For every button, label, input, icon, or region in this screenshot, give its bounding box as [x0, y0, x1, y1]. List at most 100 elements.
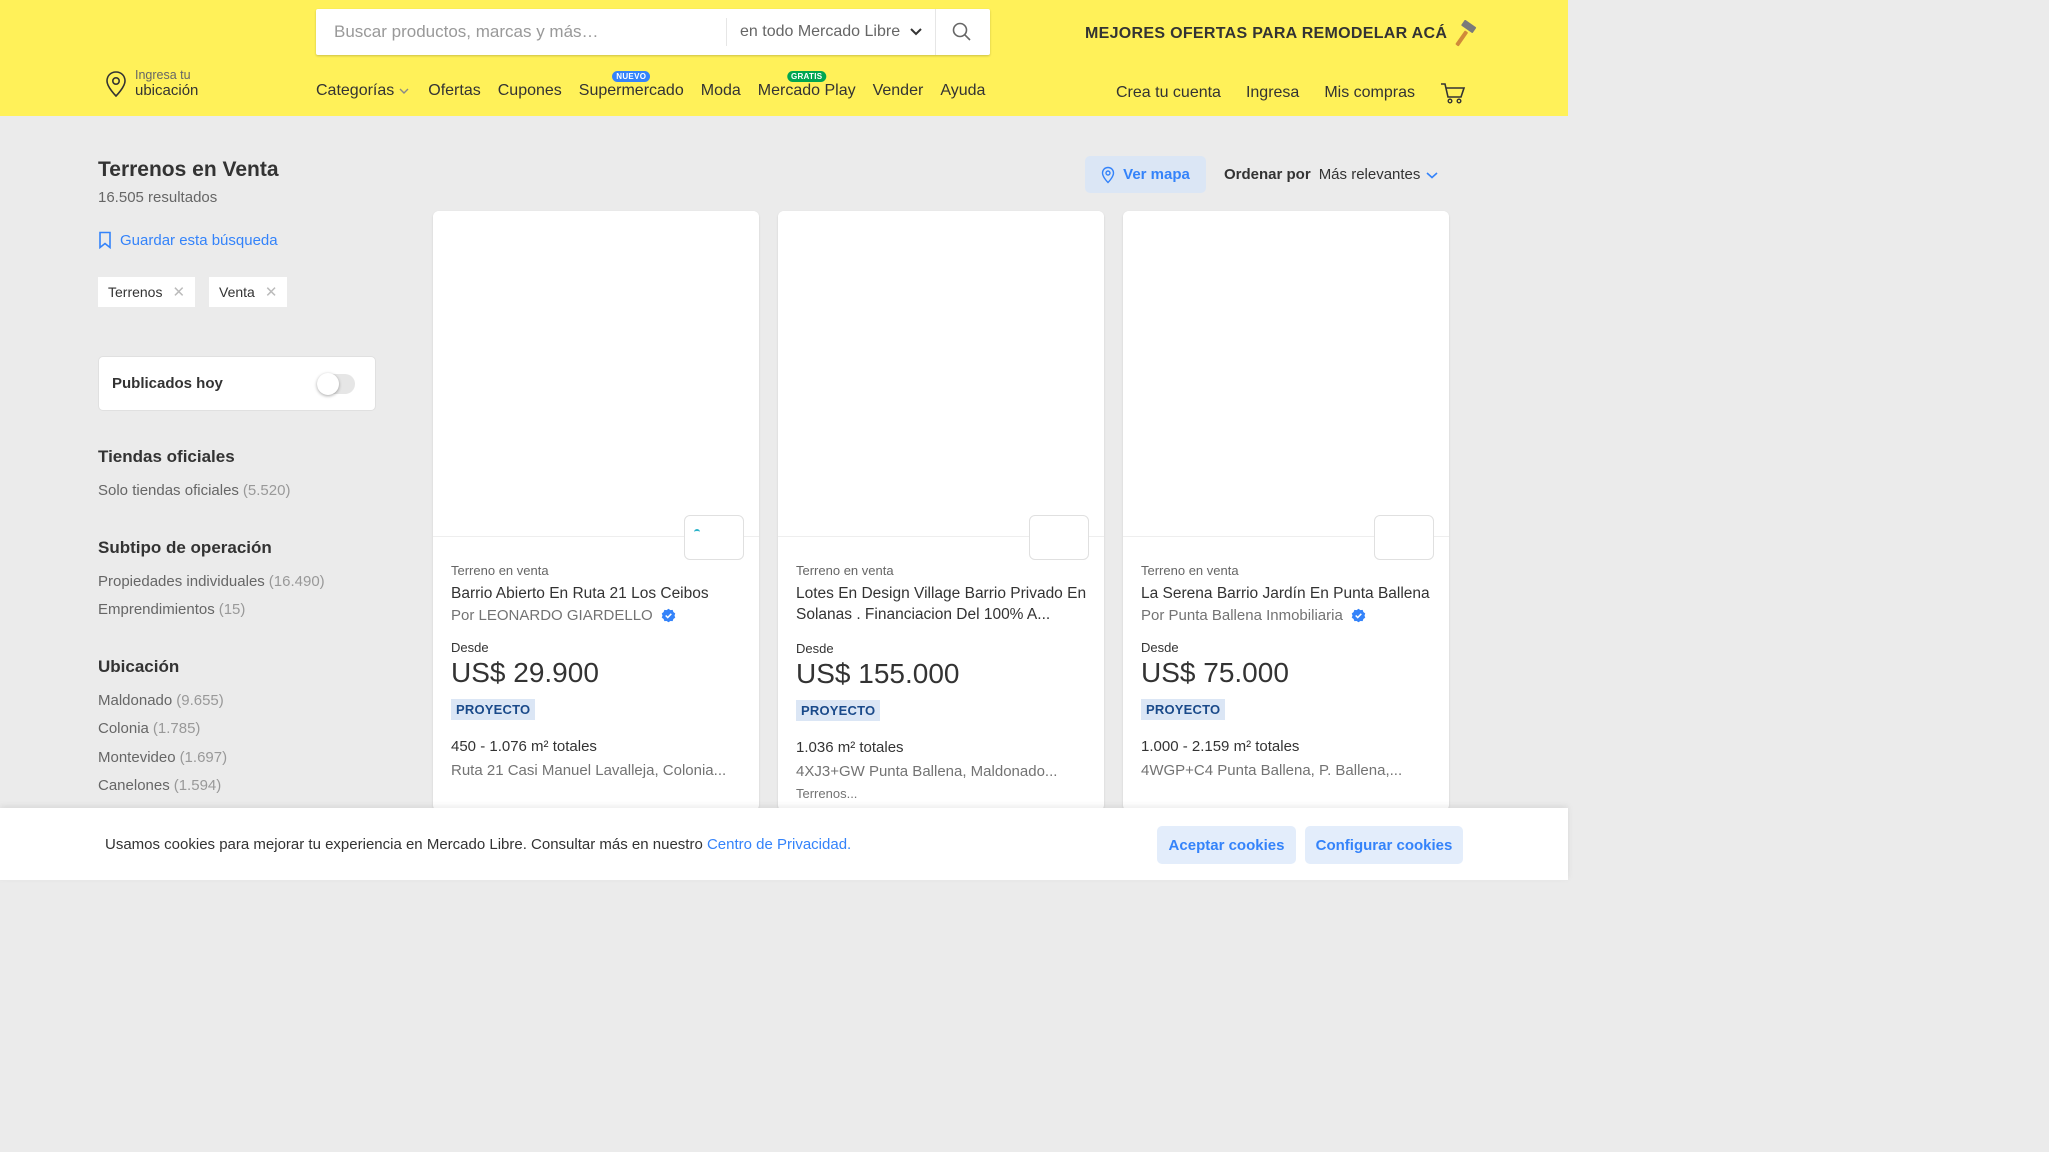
- listing-title[interactable]: La Serena Barrio Jardín En Punta Ballena: [1141, 583, 1435, 604]
- login-link[interactable]: Ingresa: [1246, 84, 1299, 102]
- chevron-down-icon: [910, 28, 922, 36]
- filter-item-label: Canelones: [98, 777, 170, 794]
- chip-label: Terrenos: [108, 284, 163, 300]
- filter-item-label: Emprendimientos: [98, 601, 215, 618]
- listing-seller: Por Punta Ballena Inmobiliaria: [1141, 607, 1435, 624]
- filter-item[interactable]: Colonia (1.785): [98, 720, 200, 737]
- promo-banner-link[interactable]: MEJORES OFERTAS PARA REMODELAR ACÁ: [1085, 20, 1479, 48]
- listing-details: Terreno en venta La Serena Barrio Jardín…: [1141, 563, 1435, 779]
- verified-icon: [1351, 608, 1366, 623]
- results-count: 16.505 resultados: [98, 189, 218, 206]
- filter-item[interactable]: Montevideo (1.697): [98, 749, 227, 766]
- cart-icon[interactable]: [1440, 82, 1466, 104]
- gratis-badge: GRATIS: [786, 71, 827, 82]
- listing-area: 1.036 m² totales: [796, 739, 904, 756]
- location-selector[interactable]: Ingresa tu ubicación: [105, 68, 198, 100]
- nav-categorias[interactable]: Categorías: [316, 82, 411, 100]
- filter-item[interactable]: Solo tiendas oficiales (5.520): [98, 482, 290, 499]
- listing-image[interactable]: [1123, 211, 1449, 537]
- accept-cookies-button[interactable]: Aceptar cookies: [1157, 826, 1296, 864]
- sort-value: Más relevantes: [1318, 166, 1421, 183]
- listing-details: Terreno en venta Lotes En Design Village…: [796, 563, 1090, 801]
- cookie-message: Usamos cookies para mejorar tu experienc…: [105, 836, 851, 853]
- listing-card[interactable]: Terreno en venta La Serena Barrio Jardín…: [1123, 211, 1449, 811]
- view-map-button[interactable]: Ver mapa: [1085, 156, 1206, 193]
- filter-item[interactable]: Propiedades individuales (16.490): [98, 573, 325, 590]
- hammer-icon: [1455, 20, 1477, 47]
- favorite-button[interactable]: [684, 515, 744, 560]
- filter-chip-venta: Venta ✕: [209, 277, 288, 307]
- close-icon[interactable]: ✕: [265, 283, 278, 301]
- search-button[interactable]: [935, 9, 987, 55]
- listing-card[interactable]: Terreno en venta Lotes En Design Village…: [778, 211, 1104, 811]
- nav-ayuda[interactable]: Ayuda: [940, 82, 985, 100]
- filter-item-label: Propiedades individuales: [98, 573, 265, 590]
- save-search-link[interactable]: Guardar esta búsqueda: [98, 231, 278, 249]
- listing-title[interactable]: Barrio Abierto En Ruta 21 Los Ceibos: [451, 583, 745, 604]
- seller-name: Por LEONARDO GIARDELLO: [451, 607, 653, 624]
- nav-vender[interactable]: Vender: [873, 82, 924, 100]
- price-prefix: Desde: [451, 640, 489, 655]
- search-icon: [952, 22, 971, 41]
- filter-item[interactable]: Emprendimientos (15): [98, 601, 245, 618]
- listing-card[interactable]: Terreno en venta Barrio Abierto En Ruta …: [433, 211, 759, 811]
- nav-cupones[interactable]: Cupones: [498, 82, 562, 100]
- nav-label: Cupones: [497, 82, 562, 99]
- promo-text: MEJORES OFERTAS PARA REMODELAR ACÁ: [1085, 25, 1448, 42]
- listing-type: Terreno en venta: [1141, 563, 1239, 578]
- price-prefix: Desde: [1141, 640, 1179, 655]
- listing-image[interactable]: [778, 211, 1104, 537]
- listing-extra: Terrenos...: [796, 786, 858, 801]
- listing-price: US$ 155.000: [796, 658, 960, 689]
- filter-item-count: (1.785): [152, 720, 201, 737]
- project-badge: PROYECTO: [796, 700, 881, 721]
- search-scope-dropdown[interactable]: en todo Mercado Libre: [727, 9, 935, 55]
- chip-label: Venta: [219, 284, 255, 300]
- listing-title[interactable]: Lotes En Design Village Barrio Privado E…: [796, 583, 1090, 625]
- filter-item-label: Montevideo: [98, 749, 176, 766]
- price-prefix: Desde: [796, 641, 834, 656]
- view-map-label: Ver mapa: [1123, 166, 1190, 183]
- filter-item[interactable]: Maldonado (9.655): [98, 692, 224, 709]
- nav-supermercado[interactable]: NUEVO Supermercado: [579, 71, 684, 100]
- listing-seller: Por LEONARDO GIARDELLO: [451, 607, 745, 624]
- configure-cookies-button[interactable]: Configurar cookies: [1305, 826, 1463, 864]
- chevron-down-icon: [399, 88, 409, 94]
- close-icon[interactable]: ✕: [172, 283, 185, 301]
- listing-price: US$ 75.000: [1141, 657, 1289, 688]
- filter-item[interactable]: Canelones (1.594): [98, 777, 221, 794]
- chevron-down-icon: [1426, 171, 1438, 179]
- filter-item-count: (16.490): [268, 573, 325, 590]
- favorite-button[interactable]: [1374, 515, 1434, 560]
- filter-item-label: Solo tiendas oficiales: [98, 482, 239, 499]
- nav-label: Vender: [872, 82, 924, 99]
- nav-mercado-play[interactable]: GRATIS Mercado Play: [758, 71, 856, 100]
- published-today-toggle[interactable]: [317, 372, 355, 395]
- filter-item-count: (15): [218, 601, 246, 618]
- listing-image[interactable]: [433, 211, 759, 537]
- bookmark-icon: [99, 231, 111, 249]
- nav-moda[interactable]: Moda: [701, 82, 741, 100]
- project-badge: PROYECTO: [1141, 699, 1226, 720]
- nav-label: Categorías: [316, 82, 395, 99]
- favorite-button[interactable]: [1029, 515, 1089, 560]
- listing-price: US$ 29.900: [451, 657, 599, 688]
- location-text: Ingresa tu ubicación: [135, 68, 198, 100]
- listing-area: 1.000 - 2.159 m² totales: [1141, 738, 1300, 755]
- listing-address: 4XJ3+GW Punta Ballena, Maldonado...: [796, 763, 1058, 780]
- nuevo-badge: NUEVO: [612, 71, 651, 82]
- my-purchases-link[interactable]: Mis compras: [1324, 84, 1415, 102]
- search-scope-label: en todo Mercado Libre: [740, 23, 901, 40]
- search-input[interactable]: [316, 9, 726, 55]
- privacy-center-link[interactable]: Centro de Privacidad.: [707, 836, 851, 853]
- create-account-link[interactable]: Crea tu cuenta: [1116, 84, 1221, 102]
- filter-item-label: Colonia: [98, 720, 149, 737]
- cookie-text: Usamos cookies para mejorar tu experienc…: [105, 836, 703, 853]
- nav-label: Ofertas: [428, 82, 481, 99]
- filter-item-count: (9.655): [176, 692, 224, 709]
- listing-area: 450 - 1.076 m² totales: [451, 738, 597, 755]
- nav-ofertas[interactable]: Ofertas: [428, 82, 480, 100]
- listing-address: 4WGP+C4 Punta Ballena, P. Ballena,...: [1141, 762, 1403, 779]
- published-today-label: Publicados hoy: [112, 375, 223, 392]
- sort-dropdown[interactable]: Ordenar por Más relevantes: [1224, 166, 1439, 183]
